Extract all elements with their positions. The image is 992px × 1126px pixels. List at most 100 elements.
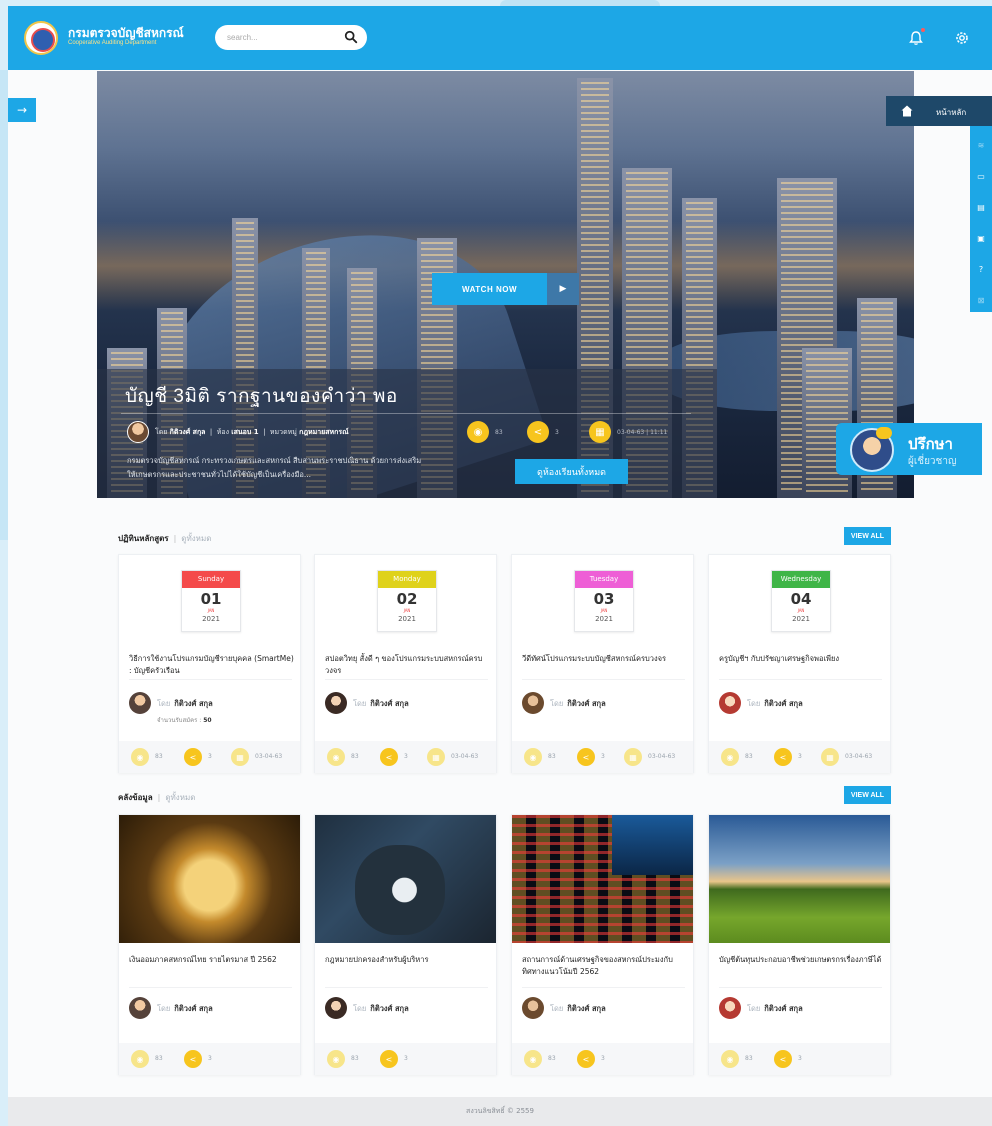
search-icon[interactable] <box>344 30 358 44</box>
author-avatar[interactable] <box>522 692 544 714</box>
library-card[interactable]: กฎหมายปกครองสำหรับผู้บริหาร โดย กิติวงศ์ … <box>314 814 497 1075</box>
library-thumbnail[interactable] <box>119 815 300 943</box>
author-avatar[interactable] <box>325 692 347 714</box>
library-view-all-button[interactable]: VIEW ALL <box>844 786 891 804</box>
author-name[interactable]: กิติวงศ์ สกุล <box>764 1004 802 1013</box>
watch-now-button[interactable]: WATCH NOW <box>432 273 547 305</box>
course-card[interactable]: Sunday 01 JAN 2021 วิธีการใช้งานโปรแกรมบ… <box>118 554 301 773</box>
hero-meta: โดย กิติวงศ์ สกุล | ห้อง เสนอบ 1 | หมวดห… <box>155 428 349 436</box>
share-icon[interactable]: < <box>527 421 549 443</box>
share-count: 3 <box>404 1055 408 1062</box>
consult-title: ปรึกษา <box>908 436 953 453</box>
library-thumbnail[interactable] <box>512 815 693 943</box>
calendar-year: 2021 <box>398 615 416 623</box>
by-label: โดย <box>157 1004 171 1013</box>
help-icon[interactable]: ? <box>975 263 987 275</box>
course-card[interactable]: Tuesday 03 JAN 2021 วีดีทัศน์โปรแกรมระบบ… <box>511 554 694 773</box>
share-count: 3 <box>404 753 408 760</box>
card-icon[interactable]: ▭ <box>975 170 987 182</box>
view-eye-icon: ◉ <box>131 1050 149 1068</box>
course-title[interactable]: สปอตวิทยุ สั้งดี ๆ ของโปรแกรมระบบสหกรณ์ค… <box>325 653 490 677</box>
hero-view-count: 83 <box>495 429 503 436</box>
group-icon[interactable]: ⊠ <box>975 294 987 306</box>
share-icon[interactable]: < <box>774 748 792 766</box>
settings-gear-icon[interactable] <box>954 30 970 46</box>
courses-see-all-link[interactable]: ดูทั้งหมด <box>181 534 211 543</box>
library-title[interactable]: บัญชีต้นทุนประกอบอาชีพช่วยเกษตรกรเรื่องภ… <box>719 954 884 966</box>
share-icon[interactable]: < <box>380 1050 398 1068</box>
card-footer: ◉ 83 < 3 <box>709 1043 890 1075</box>
speech-bubble-icon <box>876 427 892 439</box>
library-title[interactable]: กฎหมายปกครองสำหรับผู้บริหาร <box>325 954 490 966</box>
by-label: โดย <box>353 699 367 708</box>
library-title[interactable]: สถานการณ์ด้านเศรษฐกิจของสหกรณ์ประมงกับทิ… <box>522 954 687 978</box>
card-divider <box>325 987 488 988</box>
card-footer: ◉ 83 < 3 ▦ 03-04-63 <box>315 741 496 773</box>
play-icon[interactable]: ▶ <box>547 273 579 305</box>
by-label: โดย <box>550 699 564 708</box>
hero-room[interactable]: เสนอบ 1 <box>231 428 258 436</box>
author-avatar[interactable] <box>129 997 151 1019</box>
library-card[interactable]: บัญชีต้นทุนประกอบอาชีพช่วยเกษตรกรเรื่องภ… <box>708 814 891 1075</box>
course-card[interactable]: Monday 02 JAN 2021 สปอตวิทยุ สั้งดี ๆ ขอ… <box>314 554 497 773</box>
by-label: โดย <box>550 1004 564 1013</box>
share-icon[interactable]: < <box>577 1050 595 1068</box>
library-card[interactable]: เงินออมภาคสหกรณ์ไทย รายไตรมาส ปี 2562 โด… <box>118 814 301 1075</box>
right-nav-home[interactable]: หน้าหลัก <box>886 96 992 126</box>
calendar-day: Wednesday <box>772 571 830 588</box>
chat-icon[interactable]: ▣ <box>975 232 987 244</box>
link-icon[interactable]: ≋ <box>975 139 987 151</box>
author-avatar[interactable] <box>325 997 347 1019</box>
hero-title: บัญชี 3มิติ รากฐานของคำว่า พอ <box>125 386 398 407</box>
author-avatar[interactable] <box>719 692 741 714</box>
share-icon[interactable]: < <box>380 748 398 766</box>
card-footer: ◉ 83 < 3 ▦ 03-04-63 <box>119 741 300 773</box>
card-divider <box>129 679 292 680</box>
share-icon[interactable]: < <box>774 1050 792 1068</box>
card-footer: ◉ 83 < 3 ▦ 03-04-63 <box>709 741 890 773</box>
author-avatar[interactable] <box>129 692 151 714</box>
author-avatar[interactable] <box>127 421 149 443</box>
author-name[interactable]: กิติวงศ์ สกุล <box>764 699 802 708</box>
course-author: โดย กิติวงศ์ สกุล <box>747 698 803 710</box>
author-name[interactable]: กิติวงศ์ สกุล <box>370 1004 408 1013</box>
right-icon-rail: ≋ ▭ ▤ ▣ ? ⊠ <box>970 126 992 312</box>
author-name[interactable]: กิติวงศ์ สกุล <box>174 699 212 708</box>
course-title[interactable]: วีดีทัศน์โปรแกรมระบบบัญชีสหกรณ์ครบวงจร <box>522 653 687 665</box>
view-all-classes-button[interactable]: ดูห้องเรียนทั้งหมด <box>515 459 628 484</box>
library-card[interactable]: สถานการณ์ด้านเศรษฐกิจของสหกรณ์ประมงกับทิ… <box>511 814 694 1075</box>
library-thumbnail[interactable] <box>709 815 890 943</box>
course-author: โดย กิติวงศ์ สกุล <box>353 698 409 710</box>
hero-info-panel: บัญชี 3มิติ รากฐานของคำว่า พอ โดย กิติวง… <box>97 369 717 498</box>
database-icon[interactable]: ▤ <box>975 201 987 213</box>
author-name[interactable]: กิติวงศ์ สกุล <box>370 699 408 708</box>
library-see-all-link[interactable]: ดูทั้งหมด <box>165 793 195 802</box>
courses-heading-text: ปฏิทินหลักสูตร <box>118 534 169 543</box>
author-name[interactable]: กิติวงศ์ สกุล <box>174 1004 212 1013</box>
author-avatar[interactable] <box>719 997 741 1019</box>
sidebar-toggle-button[interactable]: → <box>8 98 36 122</box>
card-divider <box>129 987 292 988</box>
notification-bell-icon[interactable] <box>908 30 924 46</box>
view-eye-icon: ◉ <box>721 1050 739 1068</box>
view-count: 83 <box>745 1055 753 1062</box>
share-icon[interactable]: < <box>577 748 595 766</box>
share-icon[interactable]: < <box>184 748 202 766</box>
share-icon[interactable]: < <box>184 1050 202 1068</box>
view-count: 83 <box>548 753 556 760</box>
course-card[interactable]: Wednesday 04 JAN 2021 ครูบัญชีฯ กับปรัชญ… <box>708 554 891 773</box>
library-title[interactable]: เงินออมภาคสหกรณ์ไทย รายไตรมาส ปี 2562 <box>129 954 294 966</box>
course-title[interactable]: วิธีการใช้งานโปรแกรมบัญชีรายบุคคล (Smart… <box>129 653 294 677</box>
hero-category[interactable]: กฎหมายสหกรณ์ <box>299 428 349 436</box>
author-avatar[interactable] <box>522 997 544 1019</box>
department-logo[interactable] <box>24 21 58 55</box>
hero-author[interactable]: กิติวงศ์ สกุล <box>170 428 206 436</box>
consult-expert-widget[interactable]: ปรึกษา ผู้เชี่ยวชาญ <box>836 423 982 475</box>
library-thumbnail[interactable] <box>315 815 496 943</box>
author-name[interactable]: กิติวงศ์ สกุล <box>567 1004 605 1013</box>
view-eye-icon: ◉ <box>524 1050 542 1068</box>
author-name[interactable]: กิติวงศ์ สกุล <box>567 699 605 708</box>
share-count: 3 <box>601 753 605 760</box>
course-title[interactable]: ครูบัญชีฯ กับปรัชญาเศรษฐกิจพอเพียง <box>719 653 884 665</box>
courses-view-all-button[interactable]: VIEW ALL <box>844 527 891 545</box>
